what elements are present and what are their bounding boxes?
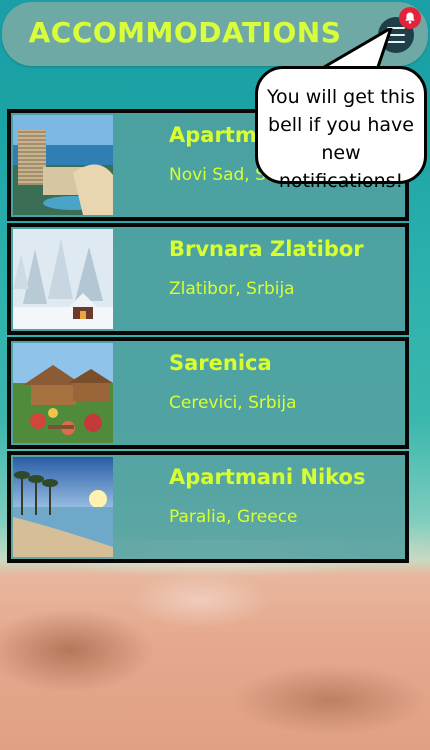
accommodation-photo: [13, 343, 113, 443]
accommodation-name: Apartm: [169, 123, 257, 147]
notification-bell-icon[interactable]: [399, 7, 421, 29]
notification-hint-callout: You will get this bell if you have new n…: [255, 66, 427, 192]
accommodation-name: Apartmani Nikos: [169, 465, 366, 489]
accommodation-location: Paralia, Greece: [169, 507, 298, 527]
accommodation-location: Zlatibor, Srbija: [169, 279, 295, 299]
accommodation-photo: [13, 457, 113, 557]
accommodation-photo: [13, 229, 113, 329]
accommodation-photo: [13, 115, 113, 215]
accommodation-name: Sarenica: [169, 351, 272, 375]
accommodation-card[interactable]: Sarenica Cerevici, Srbija: [7, 337, 409, 449]
callout-text-line: new notifications!: [278, 142, 404, 192]
callout-text-line: bell if you have: [268, 114, 414, 136]
accommodation-location: Novi Sad, S: [169, 165, 266, 185]
accommodation-name: Brvnara Zlatibor: [169, 237, 364, 261]
page-title: ACCOMMODATIONS: [28, 16, 342, 49]
accommodation-location: Cerevici, Srbija: [169, 393, 297, 413]
bell-icon: [405, 12, 415, 24]
accommodation-card[interactable]: Apartmani Nikos Paralia, Greece: [7, 451, 409, 563]
accommodation-card[interactable]: Brvnara Zlatibor Zlatibor, Srbija: [7, 223, 409, 335]
callout-text-line: You will get this: [266, 86, 416, 108]
